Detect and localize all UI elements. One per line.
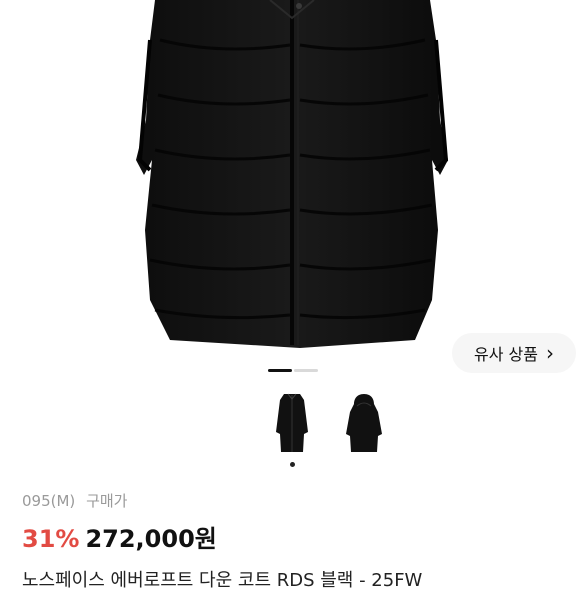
- price: 272,000원: [85, 525, 217, 553]
- size-option: 095(M): [22, 492, 76, 510]
- coat-front-thumbnail-icon[interactable]: [270, 392, 314, 456]
- chevron-right-icon: ›: [545, 341, 554, 365]
- indicator-segment-active: [268, 369, 292, 372]
- product-image[interactable]: [0, 0, 584, 380]
- selected-thumbnail-dot: [290, 462, 295, 467]
- black-long-padded-coat-image: [136, 0, 449, 348]
- price-line: 31% 272,000원: [22, 519, 217, 554]
- purchase-label: 구매가: [86, 492, 128, 510]
- thumbnail-strip: [0, 392, 584, 472]
- image-page-indicator: [268, 369, 318, 372]
- size-option-line: 095(M) 구매가: [22, 490, 133, 511]
- product-title: 노스페이스 에버로프트 다운 코트 RDS 블랙 - 25FW: [22, 570, 423, 591]
- similar-products-label: 유사 상품: [474, 345, 538, 364]
- indicator-segment: [294, 369, 318, 372]
- discount-rate: 31%: [22, 525, 80, 553]
- coat-back-hooded-thumbnail-icon[interactable]: [342, 392, 386, 456]
- similar-products-button[interactable]: 유사 상품 ›: [452, 333, 576, 373]
